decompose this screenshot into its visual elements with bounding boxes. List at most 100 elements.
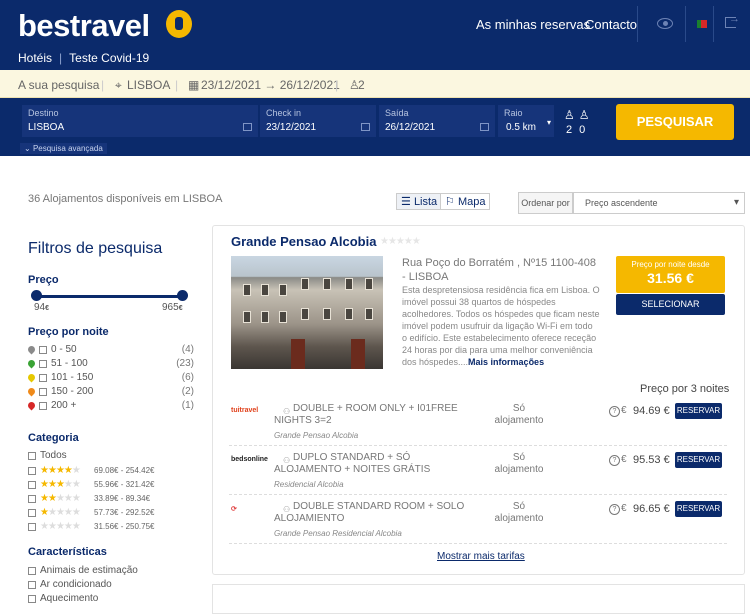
- building-icon: [243, 123, 252, 131]
- offer-price: 96.65 €: [633, 503, 670, 515]
- checkbox[interactable]: [39, 346, 47, 354]
- checkbox[interactable]: [28, 595, 36, 603]
- more-info-link[interactable]: Mais informações: [468, 357, 544, 367]
- separator: |: [175, 78, 179, 92]
- guests-selector[interactable]: 20: [566, 124, 592, 136]
- price-range-label: 0 - 50: [51, 344, 77, 355]
- price-range-filter[interactable]: 101 - 150 (6): [26, 372, 194, 385]
- price-filter-title: Preço: [28, 274, 59, 286]
- calendar-icon: [361, 123, 370, 131]
- checkbox[interactable]: [39, 360, 47, 368]
- sub-navigation: Hotéis | Teste Covid-19: [18, 51, 149, 65]
- price-range-filter[interactable]: 0 - 50 (4): [26, 344, 194, 357]
- price-range-filter[interactable]: 150 - 200 (2): [26, 386, 194, 399]
- price-range-label: 101 - 150: [51, 372, 94, 383]
- advanced-search-link[interactable]: ⌄ Pesquisa avançada: [20, 143, 107, 154]
- show-more-rates-link[interactable]: Mostrar mais tarifas: [437, 551, 525, 562]
- checkbox[interactable]: [28, 495, 36, 503]
- feature-filter[interactable]: Animais de estimação: [28, 565, 194, 578]
- location-pin-icon: ⌖: [115, 78, 122, 92]
- provider-name: bedsonline: [231, 456, 268, 463]
- price-slider-min-handle[interactable]: [31, 290, 42, 301]
- checkout-value: 26/12/2021: [385, 122, 436, 133]
- list-view-toggle[interactable]: ☰ Lista: [396, 193, 443, 210]
- checkbox[interactable]: [39, 402, 47, 410]
- my-bookings-link[interactable]: As minhas reservas: [476, 17, 590, 32]
- category-price-range: 57.73€ - 292.52€: [94, 508, 155, 517]
- price-max-number: 965: [162, 302, 179, 313]
- hotel-name[interactable]: Grande Pensao Alcobia: [231, 234, 376, 249]
- checkbox[interactable]: [28, 567, 36, 575]
- summary-dates: 23/12/2021 → 26/12/2021: [201, 78, 340, 92]
- brand-logo[interactable]: bestravel: [18, 8, 150, 44]
- destination-value: LISBOA: [28, 122, 65, 133]
- price-min-number: 94: [34, 302, 46, 313]
- select-button[interactable]: SELECIONAR: [616, 294, 725, 315]
- checkbox[interactable]: [39, 374, 47, 382]
- feature-filter[interactable]: Ar condicionado: [28, 579, 194, 592]
- rate-offer-row: ⟳ ⚇ DOUBLE STANDARD ROOM + SOLO ALOJAMIENT…: [229, 499, 727, 544]
- price-slider-max-handle[interactable]: [177, 290, 188, 301]
- calendar-icon: ▦: [188, 78, 200, 92]
- covid-test-link[interactable]: Teste Covid-19: [69, 51, 149, 65]
- price-from-box: Preço por noite desde 31.56 €: [616, 256, 725, 293]
- help-icon[interactable]: ?: [609, 406, 620, 417]
- category-filter[interactable]: ★★★★★ 69.08€ - 254.42€: [28, 465, 194, 478]
- price-range-count: (4): [181, 344, 194, 355]
- category-filter[interactable]: ★★★★★ 57.73€ - 292.52€: [28, 507, 194, 520]
- price-slider-track[interactable]: [36, 295, 182, 298]
- checkbox[interactable]: [28, 509, 36, 517]
- category-all-filter[interactable]: Todos: [28, 450, 194, 463]
- price-range-filter[interactable]: 200 + (1): [26, 400, 194, 413]
- accessibility-eye-icon[interactable]: [657, 18, 673, 29]
- calendar-icon: [480, 123, 489, 131]
- feature-label: Animais de estimação: [40, 565, 138, 576]
- hotel-description-text: Esta despretensiosa residência fica em L…: [402, 285, 600, 367]
- contact-link[interactable]: Contacto: [585, 17, 637, 32]
- room-hotel-name: Grande Pensao Alcobia: [274, 431, 359, 440]
- room-name: DOUBLE STANDARD ROOM + SOLO ALOJAMIENTO: [274, 501, 465, 524]
- map-icon: ⚐: [445, 196, 455, 208]
- checkbox[interactable]: [39, 388, 47, 396]
- provider-logo: bedsonline: [231, 456, 268, 463]
- checkout-field[interactable]: Saída 26/12/2021: [379, 105, 495, 137]
- help-icon[interactable]: ?: [609, 455, 620, 466]
- hotels-link[interactable]: Hotéis: [18, 51, 52, 65]
- price-range-count: (23): [176, 358, 194, 369]
- checkin-field[interactable]: Check in 23/12/2021: [260, 105, 376, 137]
- guests-selector-icons[interactable]: ♙♙: [564, 108, 594, 122]
- destination-label: Destino: [28, 108, 59, 118]
- category-price-range: 55.96€ - 321.42€: [94, 480, 155, 489]
- checkbox[interactable]: [28, 581, 36, 589]
- search-button[interactable]: PESQUISAR: [616, 104, 734, 140]
- destination-field[interactable]: Destino LISBOA: [22, 105, 258, 137]
- map-pin-icon: [26, 386, 37, 397]
- star-rating-icon: ★★★★★: [40, 507, 81, 518]
- map-view-toggle[interactable]: ⚐ Mapa: [440, 193, 491, 210]
- reserve-button[interactable]: RESERVAR: [675, 452, 722, 468]
- radius-select[interactable]: Raio 0.5 km ▾: [498, 105, 554, 137]
- map-pin-icon: [26, 344, 37, 355]
- euro-icon: €: [621, 454, 627, 465]
- logout-icon[interactable]: [725, 13, 740, 28]
- children-count: 0: [579, 124, 593, 136]
- category-filter[interactable]: ★★★★★ 31.56€ - 250.75€: [28, 521, 194, 534]
- checkbox[interactable]: [28, 467, 36, 475]
- category-price-range: 69.08€ - 254.42€: [94, 466, 155, 475]
- help-icon[interactable]: ?: [609, 504, 620, 515]
- hotel-photo[interactable]: [231, 256, 383, 369]
- checkbox[interactable]: [28, 481, 36, 489]
- brand-logo-mark-icon: [166, 10, 192, 38]
- reserve-button[interactable]: RESERVAR: [675, 501, 722, 517]
- filters-title: Filtros de pesquisa: [28, 240, 163, 257]
- next-hotel-card: [212, 584, 745, 614]
- category-filter[interactable]: ★★★★★ 33.89€ - 89.34€: [28, 493, 194, 506]
- checkbox[interactable]: [28, 452, 36, 460]
- checkbox[interactable]: [28, 523, 36, 531]
- price-range-label: 200 +: [51, 400, 77, 411]
- sort-select[interactable]: Preço ascendente: [573, 192, 745, 214]
- portugal-flag-icon[interactable]: [697, 20, 707, 28]
- price-range-filter[interactable]: 51 - 100 (23): [26, 358, 194, 371]
- reserve-button[interactable]: RESERVAR: [675, 403, 722, 419]
- category-filter[interactable]: ★★★★★ 55.96€ - 321.42€: [28, 479, 194, 492]
